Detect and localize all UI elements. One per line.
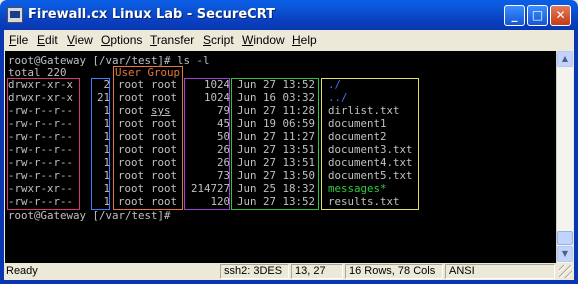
permissions-highlight-box <box>7 78 80 210</box>
window-frame-bottom <box>0 280 578 284</box>
title-bar[interactable]: Firewall.cx Linux Lab - SecureCRT _ □ ✕ <box>0 0 578 30</box>
user-group-highlight-box <box>113 66 183 210</box>
scroll-up-arrow-icon[interactable]: ▲ <box>557 51 573 67</box>
close-button[interactable]: ✕ <box>550 5 571 26</box>
vertical-scrollbar[interactable]: ▲ ▼ <box>556 51 573 263</box>
date-highlight-box <box>231 78 319 210</box>
menu-transfer[interactable]: Transfer <box>150 33 194 47</box>
resize-grip-icon[interactable] <box>559 265 572 278</box>
scroll-thumb[interactable] <box>557 231 573 245</box>
minimize-button[interactable]: _ <box>504 5 525 26</box>
window-title: Firewall.cx Linux Lab - SecureCRT <box>28 7 275 22</box>
menu-file[interactable]: File <box>9 33 28 47</box>
menu-edit[interactable]: Edit <box>37 33 58 47</box>
status-ready: Ready <box>6 265 38 277</box>
filename-highlight-box <box>321 78 419 210</box>
maximize-button[interactable]: □ <box>527 5 548 26</box>
size-highlight-box <box>184 78 230 210</box>
menu-window[interactable]: Window <box>242 33 285 47</box>
status-dimensions: 16 Rows, 78 Cols <box>345 264 443 279</box>
menu-help[interactable]: Help <box>292 33 317 47</box>
menu-options[interactable]: Options <box>101 33 142 47</box>
links-highlight-box <box>91 78 110 210</box>
status-encoding: ANSI <box>445 264 555 279</box>
scroll-down-arrow-icon[interactable]: ▼ <box>557 246 573 262</box>
status-cursor-position: 13, 27 <box>291 264 343 279</box>
prompt-end-line: root@Gateway [/var/test]# <box>8 209 171 222</box>
securecrt-app-icon[interactable] <box>7 7 23 23</box>
menu-bar: File Edit View Options Transfer Script W… <box>0 30 578 50</box>
menu-script[interactable]: Script <box>203 33 234 47</box>
terminal-area[interactable]: root@Gateway [/var/test]# ls -l total 22… <box>5 51 556 263</box>
menu-view[interactable]: View <box>67 33 93 47</box>
status-bar: Ready ssh2: 3DES 13, 27 16 Rows, 78 Cols… <box>4 263 574 280</box>
window-frame-right <box>574 50 578 284</box>
status-cipher: ssh2: 3DES <box>220 264 289 279</box>
window-frame-left <box>0 50 4 284</box>
